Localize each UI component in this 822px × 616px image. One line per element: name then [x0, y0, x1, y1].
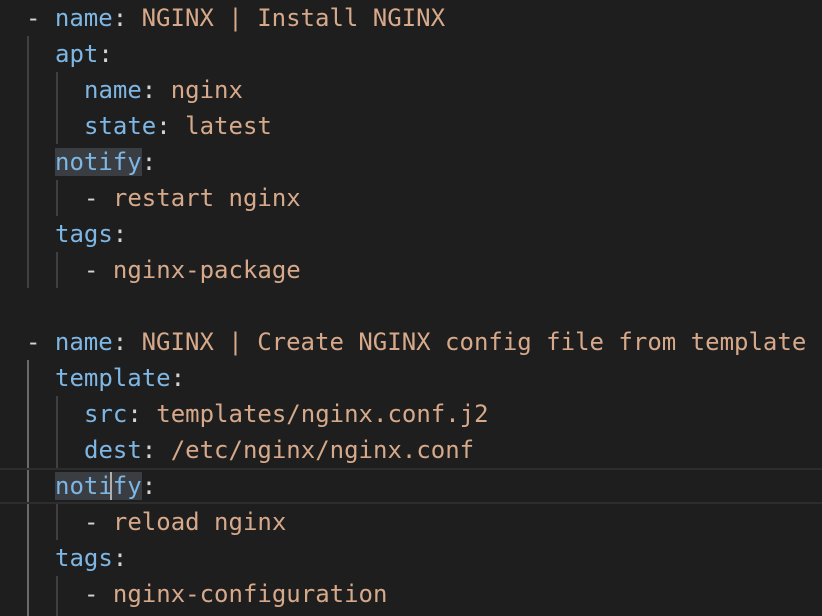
- list-dash: -: [26, 4, 55, 32]
- yaml-value: nginx-configuration: [112, 580, 388, 608]
- colon: :: [112, 328, 128, 356]
- yaml-key: name: [84, 76, 142, 104]
- colon: :: [112, 220, 128, 248]
- yaml-value: NGINX | Install NGINX: [127, 4, 446, 32]
- code-line[interactable]: tags:: [0, 216, 822, 252]
- yaml-key: tags: [55, 544, 113, 572]
- yaml-key: src: [84, 400, 128, 428]
- colon: :: [141, 76, 157, 104]
- yaml-key: state: [84, 112, 157, 140]
- yaml-key: tags: [55, 220, 113, 248]
- colon: :: [156, 112, 171, 140]
- yaml-value: /etc/nginx/nginx.conf: [156, 436, 475, 464]
- yaml-key: name: [54, 328, 113, 356]
- yaml-value: latest: [170, 112, 272, 140]
- code-line[interactable]: - nginx-package: [0, 252, 822, 288]
- code-line[interactable]: template:: [0, 360, 822, 396]
- colon: :: [141, 472, 157, 500]
- yaml-key-highlighted: notify: [55, 472, 142, 500]
- list-dash: -: [84, 580, 113, 608]
- yaml-value: NGINX | Create NGINX config file from te…: [127, 328, 807, 356]
- list-dash: -: [84, 256, 113, 284]
- code-line[interactable]: apt:: [0, 36, 822, 72]
- colon: :: [170, 364, 186, 392]
- code-line[interactable]: - name: NGINX | Install NGINX: [0, 0, 822, 36]
- yaml-key: apt: [55, 40, 99, 68]
- yaml-value: nginx-package: [112, 256, 301, 284]
- text-cursor: [110, 472, 112, 500]
- yaml-key: template: [55, 364, 171, 392]
- colon: :: [127, 400, 142, 428]
- code-line[interactable]: tags:: [0, 540, 822, 576]
- yaml-key: dest: [84, 436, 142, 464]
- colon: :: [98, 40, 113, 68]
- colon: :: [112, 544, 128, 572]
- yaml-value: reload nginx: [112, 508, 287, 536]
- colon: :: [141, 148, 157, 176]
- list-dash: -: [84, 184, 113, 212]
- colon: :: [141, 436, 157, 464]
- colon: :: [112, 4, 128, 32]
- code-line[interactable]: notify:: [0, 144, 822, 180]
- list-dash: -: [26, 328, 55, 356]
- code-line[interactable]: - restart nginx: [0, 180, 822, 216]
- yaml-value: restart nginx: [112, 184, 301, 212]
- code-line[interactable]: dest: /etc/nginx/nginx.conf: [0, 432, 822, 468]
- code-line[interactable]: state: latest: [0, 108, 822, 144]
- yaml-key: name: [54, 4, 113, 32]
- yaml-value: templates/nginx.conf.j2: [141, 400, 489, 428]
- code-line[interactable]: name: nginx: [0, 72, 822, 108]
- code-line[interactable]: - name: NGINX | Create NGINX config file…: [0, 324, 822, 360]
- code-line[interactable]: - nginx-configuration: [0, 576, 822, 612]
- yaml-value: nginx: [156, 76, 243, 104]
- code-line[interactable]: src: templates/nginx.conf.j2: [0, 396, 822, 432]
- code-line[interactable]: - reload nginx: [0, 504, 822, 540]
- code-editor[interactable]: - name: NGINX | Install NGINX apt: name:…: [0, 0, 822, 616]
- yaml-key-highlighted: notify: [55, 148, 142, 176]
- code-line-blank[interactable]: [0, 288, 822, 324]
- list-dash: -: [84, 508, 113, 536]
- code-line-current[interactable]: notify:: [0, 468, 822, 504]
